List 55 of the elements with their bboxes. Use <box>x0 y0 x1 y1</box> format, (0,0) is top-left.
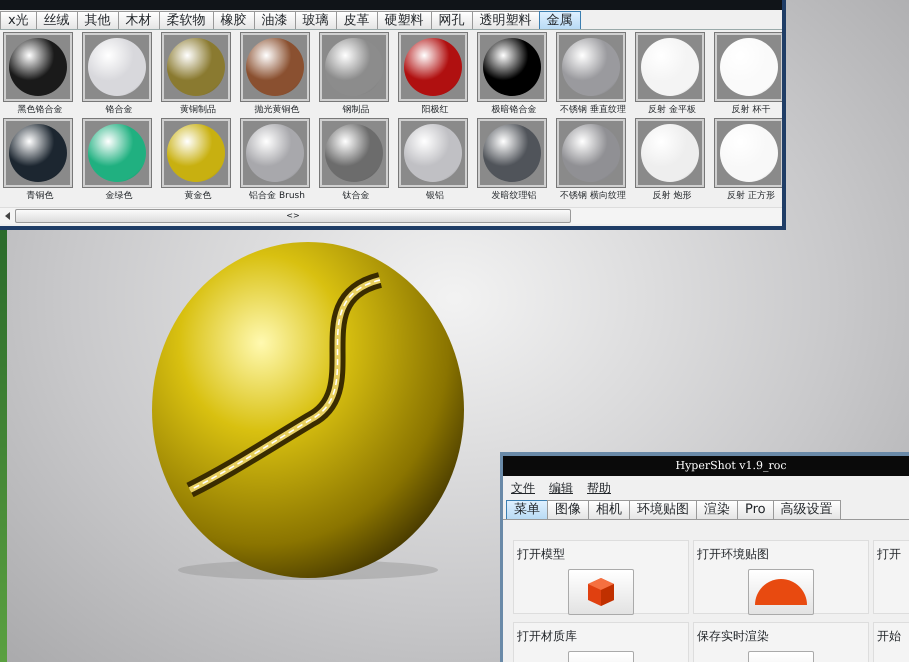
scrollbar-thumb[interactable]: <> <box>15 209 571 223</box>
menu-item[interactable]: 帮助 <box>587 479 611 497</box>
tab[interactable]: 高级设置 <box>772 500 841 519</box>
swatch-label: 黑色铬合金 <box>16 104 64 117</box>
tab[interactable]: Pro <box>737 500 774 519</box>
swatch-label: 金绿色 <box>104 190 134 203</box>
dome-icon <box>753 577 809 607</box>
tab[interactable]: 硬塑料 <box>376 11 432 29</box>
tab[interactable]: 木材 <box>118 11 160 29</box>
group-title: 打开模型 <box>517 546 566 563</box>
group-title: 开始 <box>877 628 902 645</box>
tab[interactable]: 其他 <box>76 11 119 29</box>
swatch-label: 不锈钢 横向纹理 <box>559 190 627 203</box>
menu-item[interactable]: 文件 <box>511 479 535 497</box>
swatch-label: 青铜色 <box>26 190 54 203</box>
tab[interactable]: x光 <box>0 11 37 29</box>
tab[interactable]: 渲染 <box>696 500 738 519</box>
tab[interactable]: 丝绒 <box>36 11 78 29</box>
tab[interactable]: 网孔 <box>430 11 473 29</box>
tab[interactable]: 玻璃 <box>294 11 337 29</box>
toolbar-button[interactable] <box>568 569 634 615</box>
tab[interactable]: 油漆 <box>254 11 296 29</box>
tab[interactable]: 环境贴图 <box>629 500 697 519</box>
swatch-label: 阳极红 <box>420 104 450 117</box>
tab[interactable]: 皮革 <box>336 11 378 29</box>
swatch-label: 铝合金 Brush <box>248 190 306 203</box>
tab[interactable]: 橡胶 <box>212 11 255 29</box>
swatch-label: 极暗铬合金 <box>490 104 538 117</box>
tab[interactable]: 透明塑料 <box>472 11 540 29</box>
tab[interactable]: 菜单 <box>506 500 548 519</box>
window-title: HyperShot v1.9_roc <box>503 456 909 476</box>
swatch-label: 钢制品 <box>342 104 370 117</box>
menu-item[interactable]: 编辑 <box>549 479 573 497</box>
swatch-label: 抛光黄铜色 <box>254 104 300 117</box>
swatch-label: 铬合金 <box>104 104 134 117</box>
tab[interactable]: 柔软物 <box>158 11 214 29</box>
tab[interactable]: 相机 <box>588 500 630 519</box>
swatch-label: 反射 炮形 <box>652 190 692 203</box>
group-title: 打开 <box>877 546 902 563</box>
tab[interactable]: 图像 <box>547 500 589 519</box>
swatch-label: 反射 金平板 <box>647 104 697 117</box>
scroll-left-icon[interactable] <box>5 212 10 220</box>
swatch-label: 钛合金 <box>342 190 370 203</box>
swatch-label: 黄铜制品 <box>179 104 217 117</box>
group-title: 保存实时渲染 <box>697 628 770 645</box>
swatch-label: 反射 正方形 <box>726 190 776 203</box>
swatch-label: 反射 杯干 <box>730 104 772 117</box>
tab[interactable]: 金属 <box>538 11 581 29</box>
swatch-label: 发暗纹理铝 <box>490 190 538 203</box>
swatch-label: 不锈钢 垂直纹理 <box>559 104 627 117</box>
swatch-label: 黄金色 <box>184 190 212 203</box>
toolbar-button[interactable] <box>748 569 814 615</box>
group-title: 打开材质库 <box>517 628 578 645</box>
group-title: 打开环境贴图 <box>697 546 770 563</box>
swatch-label: 银铝 <box>425 190 445 203</box>
